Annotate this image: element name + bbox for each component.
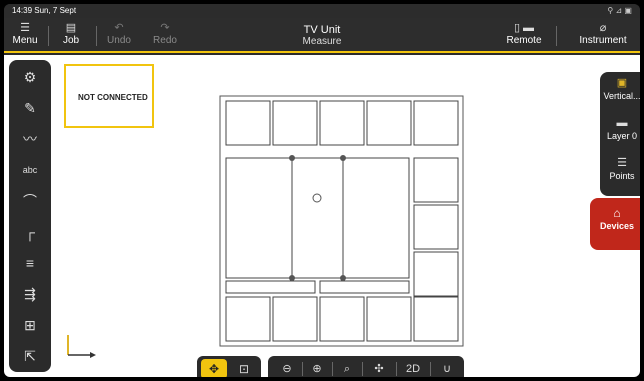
drawer-right [319, 280, 410, 294]
top-toolbar: ☰ Menu ▤ Job ↶ Undo ↷ Redo TV Unit Measu… [4, 18, 640, 53]
device-icon: ⌂ [613, 206, 621, 220]
drawer-left [225, 280, 316, 294]
magnet-icon[interactable]: ∪ [434, 359, 460, 377]
view-divider [362, 362, 363, 376]
job-icon: ▤ [65, 22, 77, 34]
vertical-label: Vertical... [603, 91, 640, 101]
corner-icon[interactable]: ┌ [9, 217, 51, 247]
status-bar: 14:39 Sun, 7 Sept ⚲ ⊿ ▣ [4, 4, 640, 18]
job-button[interactable]: ▤ Job [56, 22, 86, 47]
job-mode: Measure [302, 36, 342, 47]
2d-icon[interactable]: 2D [400, 359, 426, 377]
connection-status-text: NOT CONNECTED [78, 93, 148, 102]
view-toolbar: ⊖ ⊕ ⌕ ✣ 2D ∪ [268, 356, 464, 377]
wrench-icon[interactable]: ✎ [9, 93, 51, 123]
bottom-shelf-2 [272, 296, 318, 342]
zoom-in-icon[interactable]: ⊕ [304, 359, 330, 377]
mode-toolbar: ✥ ⊡ [197, 356, 261, 377]
bottom-shelf-3 [319, 296, 365, 342]
view-divider [302, 362, 303, 376]
list-icon: ☰ [617, 157, 627, 169]
side-shelf-1 [413, 157, 459, 203]
tv-bay [225, 157, 410, 279]
top-shelf-4 [366, 100, 412, 146]
toolbar-divider [96, 26, 97, 46]
unit-outline [219, 95, 464, 347]
view-divider [430, 362, 431, 376]
bottom-shelf-1 [225, 296, 271, 342]
job-title-block: TV Unit Measure [222, 24, 422, 48]
toolbar-divider [48, 26, 49, 46]
split-icon[interactable]: ⊞ [9, 310, 51, 340]
app-frame: 14:39 Sun, 7 Sept ⚲ ⊿ ▣ ☰ Menu ▤ Job ↶ U… [4, 4, 640, 377]
status-time: 14:39 Sun, 7 Sept [12, 6, 77, 15]
fit-icon[interactable]: ⊡ [231, 359, 257, 377]
polyline-icon[interactable]: 〰 [9, 124, 51, 154]
view-divider [396, 362, 397, 376]
job-title: TV Unit [303, 24, 341, 36]
point-marker [289, 155, 295, 161]
settings-eye-icon[interactable]: ⚙ [9, 62, 51, 92]
right-panel: ▣ Vertical... ▬ Layer 0 ☰ Points [600, 72, 640, 196]
points-label: Points [609, 171, 635, 181]
point-marker [289, 275, 295, 281]
bottom-shelf-4 [366, 296, 412, 342]
export-icon[interactable]: ⇱ [9, 341, 51, 371]
left-toolbar: ⚙ ✎ 〰 abc ⌒ ┌ ≡ ⇶ ⊞ ⇱ [9, 60, 51, 372]
top-shelf-5 [413, 100, 459, 146]
offset-icon[interactable]: ⇶ [9, 279, 51, 309]
job-label: Job [62, 35, 80, 46]
layer-icon: ▬ [616, 117, 628, 129]
top-shelf-1 [225, 100, 271, 146]
layer-label: Layer 0 [606, 131, 638, 141]
hamburger-icon: ☰ [20, 22, 30, 34]
vertical-button[interactable]: ▣ Vertical... [600, 77, 640, 102]
align-icon[interactable]: ≡ [9, 248, 51, 278]
layer-button[interactable]: ▬ Layer 0 [600, 117, 640, 142]
redo-button[interactable]: ↷ Redo [150, 22, 180, 47]
undo-button[interactable]: ↶ Undo [104, 22, 134, 47]
toolbar-divider [556, 26, 557, 46]
move-icon[interactable]: ✥ [201, 359, 227, 377]
top-shelf-2 [272, 100, 318, 146]
instrument-label: Instrument [579, 35, 627, 46]
devices-label: Devices [599, 221, 635, 231]
view-divider [332, 362, 333, 376]
menu-label: Menu [12, 35, 38, 46]
instrument-button[interactable]: ⌀ Instrument [574, 22, 632, 47]
zoom-window-icon[interactable]: ⌕ [334, 359, 360, 377]
menu-button[interactable]: ☰ Menu [10, 22, 40, 47]
text-tool-icon[interactable]: abc [9, 155, 51, 185]
layers-icon: ▣ [616, 77, 628, 89]
devices-button[interactable]: ⌂ Devices [590, 198, 640, 250]
center-marker [312, 193, 322, 203]
points-button[interactable]: ☰ Points [600, 157, 640, 182]
pan-icon[interactable]: ✣ [366, 359, 392, 377]
point-marker [340, 275, 346, 281]
side-shelf-3 [413, 251, 459, 297]
bottom-shelf-5 [413, 296, 459, 342]
zoom-out-icon[interactable]: ⊖ [274, 359, 300, 377]
side-shelf-2 [413, 204, 459, 250]
undo-label: Undo [107, 35, 131, 46]
remote-label: Remote [506, 35, 542, 46]
redo-icon: ↷ [160, 22, 170, 34]
instrument-icon: ⌀ [599, 22, 607, 34]
remote-button[interactable]: ▯ ▬ Remote [502, 22, 546, 47]
status-icons: ⚲ ⊿ ▣ [607, 6, 632, 15]
axis-x-arrow [90, 352, 96, 358]
redo-label: Redo [153, 35, 177, 46]
top-shelf-3 [319, 100, 365, 146]
undo-icon: ↶ [114, 22, 124, 34]
connection-status-box: NOT CONNECTED [64, 64, 154, 128]
remote-icon: ▯ ▬ [513, 22, 535, 34]
arc-icon[interactable]: ⌒ [9, 186, 51, 216]
point-marker [340, 155, 346, 161]
